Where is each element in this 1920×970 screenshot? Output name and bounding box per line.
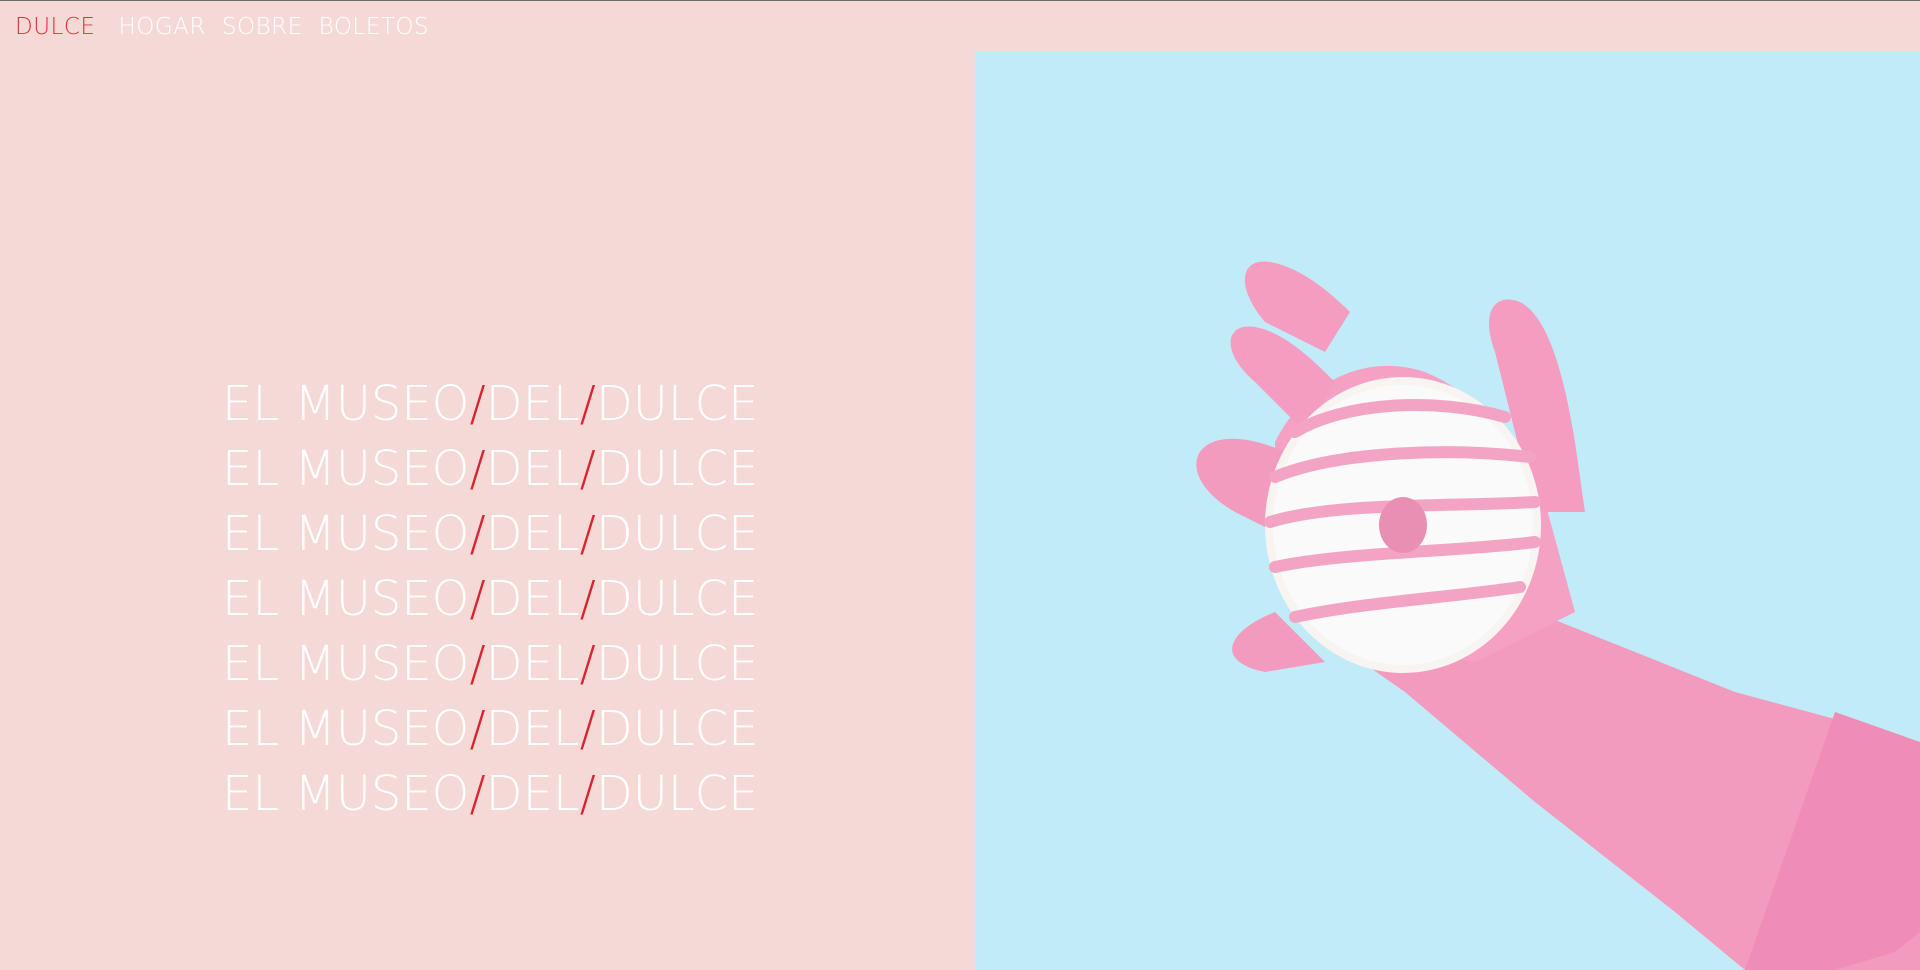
headline-part-dulce: DULCE — [595, 441, 759, 497]
brand-logo-link[interactable]: DULCE — [15, 14, 95, 40]
headline-slash: / — [579, 636, 596, 692]
headline-part-del: DEL — [485, 506, 580, 562]
headline-part-dulce: DULCE — [595, 766, 759, 822]
headline-line: EL MUSEO/DEL/DULCE — [222, 697, 762, 762]
headline-part-del: DEL — [485, 766, 580, 822]
headline-slash: / — [579, 376, 596, 432]
headline-part-del: DEL — [485, 701, 580, 757]
headline-slash: / — [469, 441, 486, 497]
headline-slash: / — [579, 506, 596, 562]
hero-text-panel: EL MUSEO/DEL/DULCE EL MUSEO/DEL/DULCE EL… — [0, 52, 975, 970]
headline-slash: / — [579, 441, 596, 497]
headline-slash: / — [579, 766, 596, 822]
headline-line: EL MUSEO/DEL/DULCE — [222, 632, 762, 697]
headline-part-del: DEL — [485, 376, 580, 432]
headline-part-museo: EL MUSEO — [222, 376, 470, 432]
headline-part-del: DEL — [485, 571, 580, 627]
headline-part-dulce: DULCE — [595, 376, 759, 432]
headline-slash: / — [469, 766, 486, 822]
headline-slash: / — [469, 636, 486, 692]
nav-link-boletos[interactable]: BOLETOS — [319, 14, 429, 40]
nav-link-hogar[interactable]: HOGAR — [118, 14, 205, 40]
headline-slash: / — [469, 506, 486, 562]
headline-slash: / — [469, 376, 486, 432]
headline-part-dulce: DULCE — [595, 571, 759, 627]
top-navigation: DULCE HOGAR SOBRE BOLETOS — [15, 12, 445, 42]
headline-repeat-block: EL MUSEO/DEL/DULCE EL MUSEO/DEL/DULCE EL… — [222, 372, 762, 827]
donut-glove-illustration — [975, 52, 1920, 970]
top-border — [0, 0, 1920, 1]
headline-part-museo: EL MUSEO — [222, 766, 470, 822]
headline-part-museo: EL MUSEO — [222, 636, 470, 692]
headline-slash: / — [469, 571, 486, 627]
headline-slash: / — [579, 701, 596, 757]
headline-line: EL MUSEO/DEL/DULCE — [222, 567, 762, 632]
headline-line: EL MUSEO/DEL/DULCE — [222, 502, 762, 567]
headline-part-museo: EL MUSEO — [222, 571, 470, 627]
hero-image-panel — [975, 52, 1920, 970]
headline-line: EL MUSEO/DEL/DULCE — [222, 372, 762, 437]
headline-slash: / — [579, 571, 596, 627]
headline-line: EL MUSEO/DEL/DULCE — [222, 437, 762, 502]
headline-part-del: DEL — [485, 636, 580, 692]
headline-part-dulce: DULCE — [595, 636, 759, 692]
headline-part-museo: EL MUSEO — [222, 701, 470, 757]
headline-part-dulce: DULCE — [595, 701, 759, 757]
headline-part-dulce: DULCE — [595, 506, 759, 562]
headline-part-museo: EL MUSEO — [222, 441, 470, 497]
headline-part-museo: EL MUSEO — [222, 506, 470, 562]
headline-part-del: DEL — [485, 441, 580, 497]
headline-slash: / — [469, 701, 486, 757]
nav-link-sobre[interactable]: SOBRE — [222, 14, 303, 40]
headline-line: EL MUSEO/DEL/DULCE — [222, 762, 762, 827]
